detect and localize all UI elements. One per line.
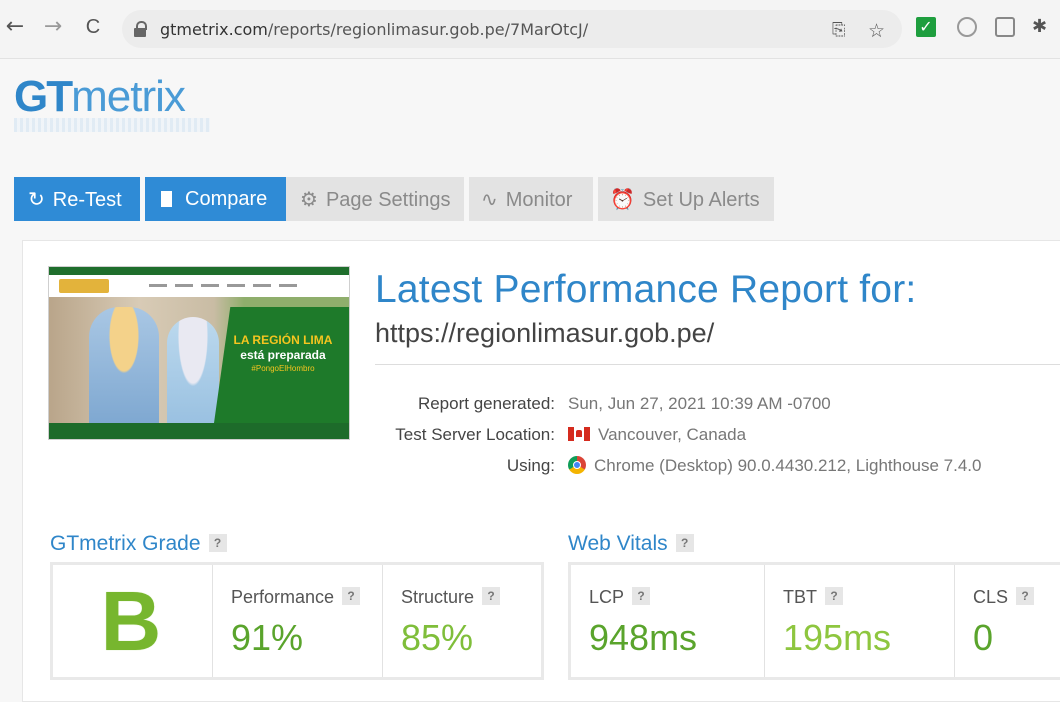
thumb-patient bbox=[167, 317, 219, 423]
forward-button[interactable]: → bbox=[42, 14, 64, 40]
gear-icon: ⚙ bbox=[300, 187, 318, 211]
logo-metrix: metrix bbox=[71, 72, 186, 121]
checkbox-extension-icon[interactable]: ✓ bbox=[916, 17, 936, 37]
divider bbox=[375, 364, 1060, 365]
cls-help-icon[interactable]: ? bbox=[1016, 587, 1035, 605]
server-location-text: Vancouver, Canada bbox=[598, 425, 747, 444]
tbt-label-text: TBT bbox=[783, 587, 817, 607]
tbt-cell: TBT? 195ms bbox=[765, 565, 955, 677]
grade-help-icon[interactable]: ? bbox=[208, 534, 227, 552]
compare-button[interactable]: Compare bbox=[145, 177, 294, 221]
server-location-label: Test Server Location: bbox=[395, 425, 555, 444]
cast-extension-icon[interactable] bbox=[995, 17, 1015, 37]
refresh-icon: ↻ bbox=[28, 187, 45, 211]
report-generated-value: Sun, Jun 27, 2021 10:39 AM -0700 bbox=[568, 394, 831, 413]
setup-alerts-button[interactable]: ⏰ Set Up Alerts bbox=[598, 177, 774, 221]
report-url[interactable]: https://regionlimasur.gob.pe/ bbox=[375, 318, 714, 349]
structure-label: Structure? bbox=[401, 587, 501, 608]
alarm-clock-icon: ⏰ bbox=[610, 187, 635, 211]
logo-reflection bbox=[14, 118, 210, 132]
chrome-icon bbox=[568, 456, 586, 474]
monitor-button[interactable]: ∿ Monitor bbox=[469, 177, 593, 221]
site-thumbnail[interactable]: LA REGIÓN LIMA está preparada #PongoElHo… bbox=[48, 266, 350, 440]
retest-label: Re-Test bbox=[52, 189, 122, 211]
web-vitals-heading: Web Vitals? bbox=[568, 532, 694, 556]
github-extension-icon[interactable] bbox=[957, 17, 977, 37]
performance-help-icon[interactable]: ? bbox=[342, 587, 361, 605]
performance-cell: Performance? 91% bbox=[213, 565, 383, 677]
performance-label: Performance? bbox=[231, 587, 361, 608]
thumb-text-3: #PongoElHombro bbox=[251, 364, 315, 373]
performance-label-text: Performance bbox=[231, 587, 335, 607]
retest-button[interactable]: ↻ Re-Test bbox=[14, 177, 140, 221]
tbt-help-icon[interactable]: ? bbox=[825, 587, 843, 605]
thumb-footer bbox=[49, 423, 349, 439]
using-value: Chrome (Desktop) 90.0.4430.212, Lighthou… bbox=[568, 456, 981, 476]
server-location-value: Vancouver, Canada bbox=[568, 425, 746, 445]
url-domain: gtmetrix.com bbox=[160, 20, 268, 39]
grade-panel: B Performance? 91% Structure? 85% bbox=[50, 562, 544, 680]
thumb-logo bbox=[59, 279, 109, 293]
structure-help-icon[interactable]: ? bbox=[482, 587, 501, 605]
report-generated-label: Report generated: bbox=[417, 394, 555, 413]
logo-gt: GT bbox=[14, 72, 73, 121]
lcp-label: LCP? bbox=[589, 587, 651, 608]
vitals-heading-text: Web Vitals bbox=[568, 532, 668, 555]
url-text[interactable]: gtmetrix.com/reports/regionlimasur.gob.p… bbox=[160, 20, 588, 39]
using-text: Chrome (Desktop) 90.0.4430.212, Lighthou… bbox=[594, 456, 982, 475]
lcp-label-text: LCP bbox=[589, 587, 625, 607]
page-settings-label: Page Settings bbox=[325, 189, 451, 211]
gtmetrix-logo[interactable]: GTmetrix bbox=[14, 72, 186, 122]
performance-value: 91% bbox=[231, 617, 304, 658]
setup-alerts-label: Set Up Alerts bbox=[642, 189, 760, 211]
monitor-label: Monitor bbox=[505, 189, 573, 211]
lcp-value: 948ms bbox=[589, 617, 698, 658]
url-path: /reports/regionlimasur.gob.pe/7MarOtcJ/ bbox=[267, 20, 589, 39]
gtmetrix-grade-heading: GTmetrix Grade? bbox=[50, 532, 227, 556]
lcp-cell: LCP? 948ms bbox=[571, 565, 765, 677]
thumb-topbar bbox=[49, 267, 349, 275]
compare-label: Compare bbox=[185, 188, 268, 210]
tbt-label: TBT? bbox=[783, 587, 843, 608]
thumb-health-worker bbox=[89, 307, 159, 423]
using-label: Using: bbox=[506, 456, 555, 475]
cls-label-text: CLS bbox=[973, 587, 1009, 607]
structure-label-text: Structure bbox=[401, 587, 475, 607]
grade-heading-text: GTmetrix Grade bbox=[50, 532, 201, 555]
tbt-value: 195ms bbox=[783, 617, 892, 658]
cls-value: 0 bbox=[973, 617, 994, 658]
report-title: Latest Performance Report for: bbox=[375, 268, 917, 311]
page-settings-button[interactable]: ⚙ Page Settings bbox=[286, 177, 464, 221]
browser-toolbar: ← → C gtmetrix.com/reports/regionlimasur… bbox=[0, 0, 1060, 59]
lock-icon bbox=[134, 21, 147, 37]
grade-letter: B bbox=[100, 574, 162, 668]
structure-value: 85% bbox=[401, 617, 474, 658]
thumb-text-1: LA REGIÓN LIMA bbox=[233, 333, 333, 347]
lcp-help-icon[interactable]: ? bbox=[632, 587, 651, 605]
back-button[interactable]: ← bbox=[4, 14, 26, 40]
canada-flag-icon bbox=[568, 427, 590, 441]
documents-icon bbox=[161, 191, 172, 207]
cls-cell: CLS? 0 bbox=[955, 565, 1060, 677]
translate-icon[interactable]: ⎘ bbox=[832, 20, 846, 40]
grade-letter-cell: B bbox=[53, 565, 213, 677]
puzzle-extension-icon[interactable]: ✱ bbox=[1032, 17, 1052, 37]
vitals-panel: LCP? 948ms TBT? 195ms CLS? 0 bbox=[568, 562, 1060, 680]
vitals-help-icon[interactable]: ? bbox=[675, 534, 694, 552]
reload-button[interactable]: C bbox=[82, 14, 104, 40]
star-icon[interactable]: ☆ bbox=[868, 20, 885, 42]
pulse-icon: ∿ bbox=[481, 187, 498, 211]
thumb-navlinks bbox=[149, 284, 299, 287]
cls-label: CLS? bbox=[973, 587, 1035, 608]
address-bar[interactable]: gtmetrix.com/reports/regionlimasur.gob.p… bbox=[122, 10, 902, 48]
structure-cell: Structure? 85% bbox=[383, 565, 543, 677]
thumb-text-2: está preparada bbox=[240, 348, 326, 362]
